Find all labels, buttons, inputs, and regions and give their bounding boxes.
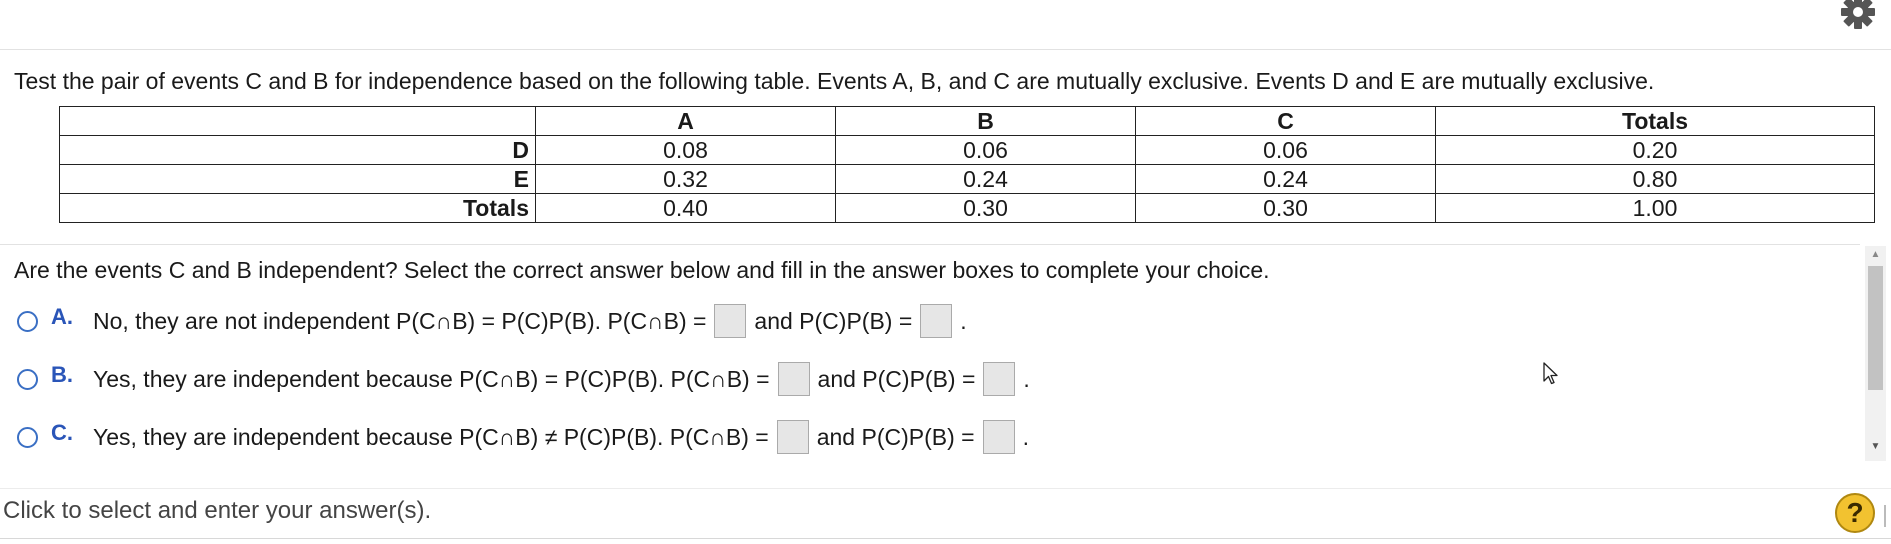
radio-button-icon[interactable] [17,426,38,448]
question-text: Test the pair of events C and B for inde… [14,68,1655,94]
option-letter: B. [51,362,73,387]
table-cell: 0.24 [1135,164,1436,194]
table-header-row: A B C Totals [59,106,1875,136]
answer-box-product[interactable] [920,304,953,338]
table-header-cell: B [835,106,1136,136]
radio-button-icon[interactable] [17,368,38,390]
table-cell: 0.06 [835,135,1136,165]
answer-box-product[interactable] [983,362,1016,396]
option-middle-text: and P(C)P(B) = [816,423,975,450]
option-end: . [960,307,967,334]
option-end: . [1022,423,1029,450]
answer-prompt: Are the events C and B independent? Sele… [14,257,1270,283]
scrollbar-thumb[interactable] [1868,266,1883,390]
answer-box-intersection[interactable] [714,304,747,338]
footer-divider [0,488,1891,489]
scroll-down-arrow-icon[interactable]: ▼ [1865,438,1886,456]
table-row: Totals 0.40 0.30 0.30 1.00 [59,193,1875,223]
help-icon[interactable]: ? [1835,493,1875,533]
table-header-cell: A [535,106,836,136]
option-end: . [1023,365,1030,392]
table-cell: 0.24 [835,164,1136,194]
option-letter: C. [51,420,73,445]
table-header-cell [59,106,536,136]
row-label: D [59,135,536,165]
radio-button-icon[interactable] [17,310,38,332]
table-cell: 0.32 [535,164,836,194]
option-b[interactable]: B. Yes, they are independent because P(C… [17,359,1030,399]
option-middle-text: and P(C)P(B) = [754,307,913,334]
table-row: E 0.32 0.24 0.24 0.80 [59,164,1875,194]
table-row: D 0.08 0.06 0.06 0.20 [59,135,1875,165]
section-divider [0,244,1860,245]
table-cell: 0.30 [1135,193,1436,223]
option-letter: A. [51,304,73,329]
table-cell: 0.30 [835,193,1136,223]
table-cell: 1.00 [1435,193,1875,223]
table-header-cell: Totals [1435,106,1875,136]
option-middle-text: and P(C)P(B) = [817,365,976,392]
gear-icon[interactable] [1836,0,1876,36]
table-cell: 0.08 [535,135,836,165]
table-cell: 0.20 [1435,135,1875,165]
option-text: Yes, they are independent because P(C∩B)… [93,423,769,450]
row-label: E [59,164,536,194]
option-text: No, they are not independent P(C∩B) = P(… [93,307,707,334]
panel-edge [1884,505,1891,527]
top-bar [0,0,1891,50]
table-header-cell: C [1135,106,1436,136]
option-a[interactable]: A. No, they are not independent P(C∩B) =… [17,301,967,341]
option-text: Yes, they are independent because P(C∩B)… [93,365,770,392]
table-cell: 0.80 [1435,164,1875,194]
option-c[interactable]: C. Yes, they are independent because P(C… [17,417,1029,457]
footer-instruction: Click to select and enter your answer(s)… [3,497,432,524]
mouse-pointer-icon [1543,362,1558,385]
answer-box-product[interactable] [982,420,1015,454]
answer-box-intersection[interactable] [776,420,809,454]
table-cell: 0.40 [535,193,836,223]
table-cell: 0.06 [1135,135,1436,165]
row-label: Totals [59,193,536,223]
vertical-scrollbar[interactable]: ▲ ▼ [1865,246,1886,461]
bottom-divider [0,538,1891,539]
probability-table: A B C Totals D 0.08 0.06 0.06 0.20 E 0.3… [59,106,1875,223]
answer-box-intersection[interactable] [777,362,810,396]
scroll-up-arrow-icon[interactable]: ▲ [1865,246,1886,264]
